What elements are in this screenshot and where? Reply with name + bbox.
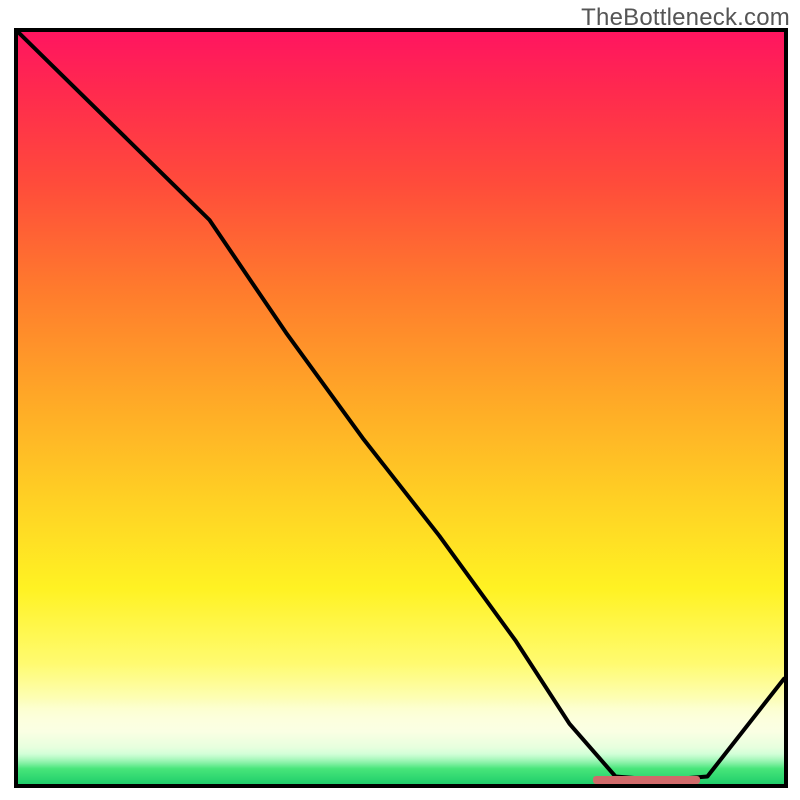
plot-area [14,28,788,788]
minimum-region-marker [593,776,700,784]
chart-stage: TheBottleneck.com [0,0,800,800]
bottleneck-curve-line [18,32,784,780]
watermark-text: TheBottleneck.com [581,4,790,32]
curve-layer [18,32,784,784]
